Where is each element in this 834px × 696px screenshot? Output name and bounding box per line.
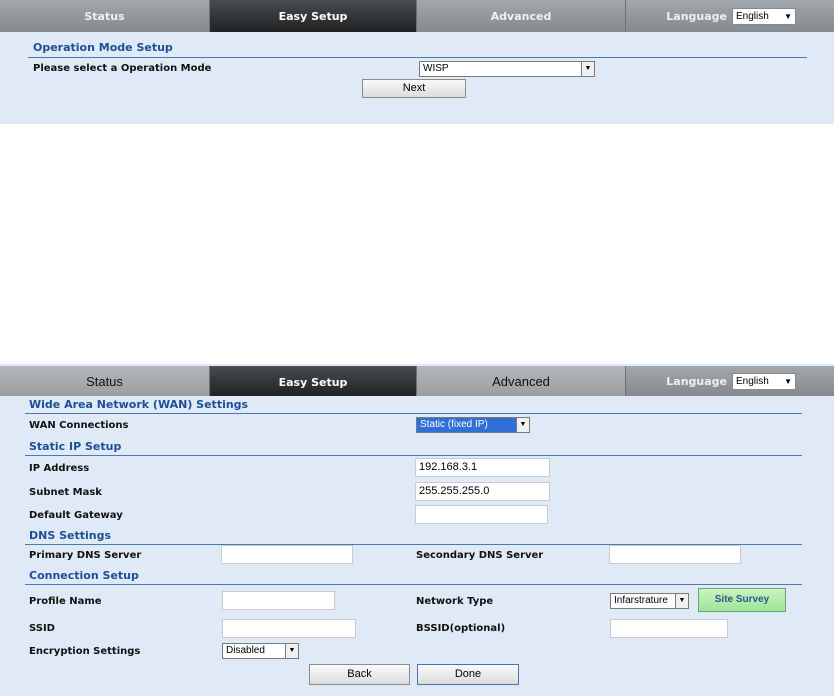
dns-settings-title: DNS Settings	[29, 529, 112, 542]
subnet-mask-input[interactable]: 255.255.255.0	[415, 482, 550, 501]
operation-mode-title: Operation Mode Setup	[33, 41, 173, 54]
network-type-select-value: Infarstrature	[614, 595, 668, 606]
done-button[interactable]: Done	[417, 664, 519, 685]
bssid-label: BSSID(optional)	[416, 623, 506, 634]
static-ip-title: Static IP Setup	[29, 440, 122, 453]
tab-advanced[interactable]: Advanced	[417, 0, 626, 32]
secondary-dns-label: Secondary DNS Server	[416, 550, 544, 561]
bssid-input[interactable]	[610, 619, 728, 638]
language-select[interactable]: English ▼	[732, 7, 796, 25]
language-select[interactable]: English ▼	[732, 372, 796, 390]
chevron-down-icon: ▼	[581, 62, 594, 76]
chevron-down-icon: ▼	[285, 644, 298, 658]
tab-easy-setup[interactable]: Easy Setup	[210, 366, 417, 396]
ip-address-label: IP Address	[29, 463, 90, 474]
section-divider	[28, 57, 807, 58]
top-nav-bar: Status Easy Setup Advanced Language Engl…	[0, 366, 834, 396]
wan-connections-label: WAN Connections	[29, 420, 129, 431]
operation-mode-select[interactable]: WISP ▼	[419, 61, 595, 77]
network-type-label: Network Type	[416, 596, 494, 607]
tab-easy-setup-label: Easy Setup	[278, 9, 348, 23]
primary-dns-label: Primary DNS Server	[29, 550, 142, 561]
wan-settings-panel: Status Easy Setup Advanced Language Engl…	[0, 364, 834, 696]
section-divider	[25, 413, 802, 414]
ssid-input[interactable]	[222, 619, 356, 638]
default-gateway-label: Default Gateway	[29, 510, 123, 521]
tab-status[interactable]: Status	[0, 366, 210, 396]
tab-easy-setup-label: Easy Setup	[278, 376, 348, 389]
tab-status[interactable]: Status	[0, 0, 210, 32]
language-select-value: English	[736, 10, 769, 22]
tab-status-label: Status	[84, 9, 125, 23]
next-button[interactable]: Next	[362, 79, 466, 98]
chevron-down-icon: ▼	[516, 418, 529, 432]
wan-connections-select[interactable]: Static (fixed IP) ▼	[416, 417, 530, 433]
network-type-select[interactable]: Infarstrature ▼	[610, 593, 689, 609]
tab-advanced[interactable]: Advanced	[417, 366, 626, 396]
wan-settings-title: Wide Area Network (WAN) Settings	[29, 398, 249, 411]
operation-mode-label: Please select a Operation Mode	[33, 63, 212, 74]
chevron-down-icon: ▼	[784, 376, 792, 386]
encryption-settings-select[interactable]: Disabled ▼	[222, 643, 299, 659]
encryption-settings-select-value: Disabled	[226, 645, 265, 656]
default-gateway-input[interactable]	[415, 505, 548, 524]
chevron-down-icon: ▼	[675, 594, 688, 608]
back-button[interactable]: Back	[309, 664, 410, 685]
operation-mode-panel: Status Easy Setup Advanced Language Engl…	[0, 0, 834, 124]
language-label: Language	[666, 374, 727, 388]
language-label: Language	[666, 9, 727, 23]
tab-advanced-label: Advanced	[490, 9, 552, 23]
ip-address-input[interactable]: 192.168.3.1	[415, 458, 550, 477]
tab-status-label: Status	[86, 373, 123, 389]
chevron-down-icon: ▼	[784, 11, 792, 21]
wan-connections-select-value: Static (fixed IP)	[420, 419, 488, 430]
profile-name-input[interactable]	[222, 591, 335, 610]
secondary-dns-input[interactable]	[609, 545, 741, 564]
operation-mode-select-value: WISP	[423, 63, 449, 74]
connection-setup-title: Connection Setup	[29, 569, 139, 582]
subnet-mask-label: Subnet Mask	[29, 487, 102, 498]
primary-dns-input[interactable]	[221, 545, 353, 564]
tab-advanced-label: Advanced	[492, 373, 550, 389]
ssid-label: SSID	[29, 623, 55, 634]
language-area: Language English ▼	[626, 366, 834, 396]
language-select-value: English	[736, 375, 769, 387]
profile-name-label: Profile Name	[29, 596, 102, 607]
section-divider	[25, 584, 802, 585]
tab-easy-setup[interactable]: Easy Setup	[210, 0, 417, 32]
site-survey-button[interactable]: Site Survey	[698, 588, 786, 612]
top-nav-bar: Status Easy Setup Advanced Language Engl…	[0, 0, 834, 32]
encryption-settings-label: Encryption Settings	[29, 646, 141, 657]
section-divider	[25, 455, 802, 456]
language-area: Language English ▼	[626, 0, 834, 32]
